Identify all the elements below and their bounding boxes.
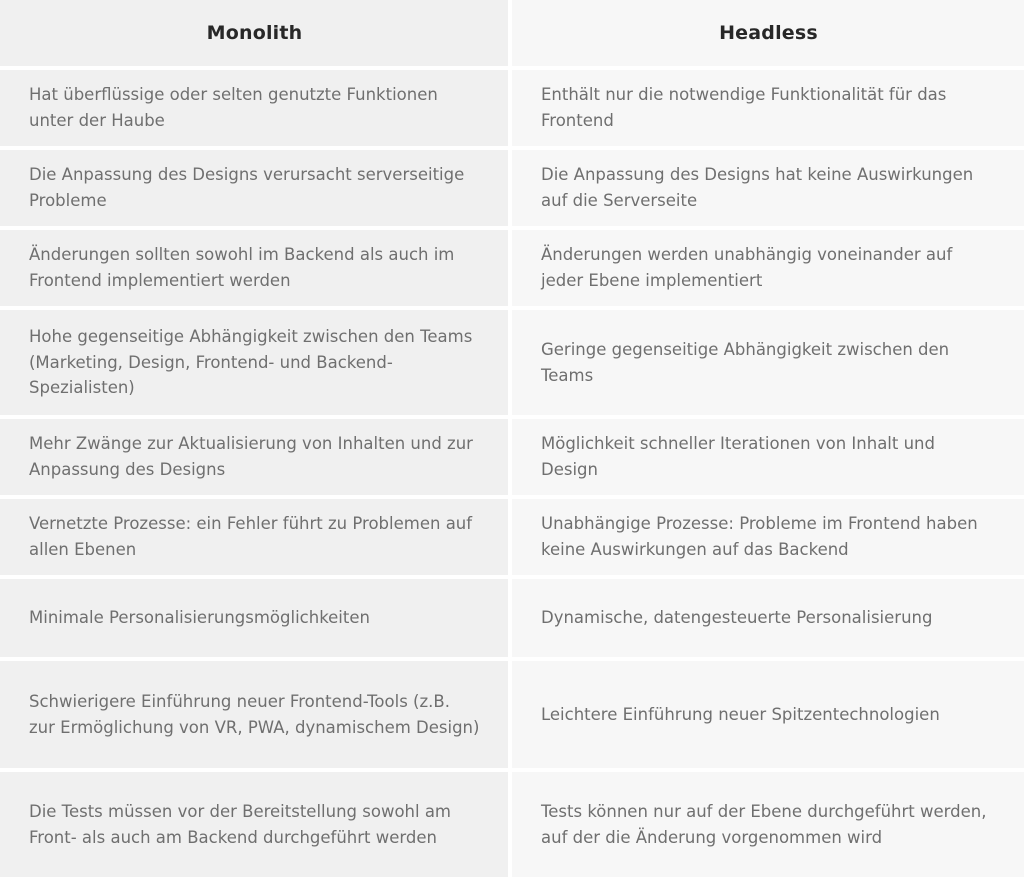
column-header-headless: Headless bbox=[512, 0, 1024, 66]
column-header-monolith-label: Monolith bbox=[206, 21, 303, 44]
table-cell-headless: Enthält nur die notwendige Funktionalitä… bbox=[512, 70, 1024, 146]
table-cell-headless: Dynamische, datengesteuerte Personalisie… bbox=[512, 579, 1024, 657]
table-row: Schwierigere Einführung neuer Frontend-T… bbox=[0, 661, 1024, 768]
table-cell-text: Leichtere Einführung neuer Spitzentechno… bbox=[541, 704, 940, 724]
table-row: Hohe gegenseitige Abhängigkeit zwischen … bbox=[0, 310, 1024, 415]
comparison-table: Monolith Headless Hat überflüssige oder … bbox=[0, 0, 1024, 877]
table-cell-headless: Die Anpassung des Designs hat keine Ausw… bbox=[512, 150, 1024, 226]
table-cell-text: Änderungen werden unabhängig voneinander… bbox=[541, 245, 953, 290]
table-cell-headless: Änderungen werden unabhängig voneinander… bbox=[512, 230, 1024, 306]
table-cell-monolith: Die Tests müssen vor der Bereitstellung … bbox=[0, 772, 512, 877]
table-cell-headless: Möglichkeit schneller Iterationen von In… bbox=[512, 419, 1024, 495]
table-cell-monolith: Die Anpassung des Designs verursacht ser… bbox=[0, 150, 512, 226]
table-cell-text: Geringe gegenseitige Abhängigkeit zwisch… bbox=[541, 339, 950, 385]
table-header-row: Monolith Headless bbox=[0, 0, 1024, 66]
table-cell-text: Schwierigere Einführung neuer Frontend-T… bbox=[29, 691, 480, 737]
table-cell-monolith: Hat überflüssige oder selten genutzte Fu… bbox=[0, 70, 512, 146]
table-cell-monolith: Hohe gegenseitige Abhängigkeit zwischen … bbox=[0, 310, 512, 415]
table-row: Hat überflüssige oder selten genutzte Fu… bbox=[0, 70, 1024, 146]
table-cell-text: Änderungen sollten sowohl im Backend als… bbox=[29, 245, 455, 290]
table-cell-headless: Leichtere Einführung neuer Spitzentechno… bbox=[512, 661, 1024, 768]
table-row: Die Tests müssen vor der Bereitstellung … bbox=[0, 772, 1024, 877]
table-cell-headless: Geringe gegenseitige Abhängigkeit zwisch… bbox=[512, 310, 1024, 415]
table-cell-text: Vernetzte Prozesse: ein Fehler führt zu … bbox=[29, 514, 473, 559]
table-cell-monolith: Änderungen sollten sowohl im Backend als… bbox=[0, 230, 512, 306]
table-cell-text: Hat überflüssige oder selten genutzte Fu… bbox=[29, 85, 438, 130]
table-cell-text: Hohe gegenseitige Abhängigkeit zwischen … bbox=[29, 327, 473, 398]
table-cell-text: Die Anpassung des Designs hat keine Ausw… bbox=[541, 165, 974, 210]
column-header-headless-label: Headless bbox=[719, 21, 818, 44]
table-row: Minimale Personalisierungsmöglichkeiten … bbox=[0, 579, 1024, 657]
table-cell-monolith: Vernetzte Prozesse: ein Fehler führt zu … bbox=[0, 499, 512, 575]
table-cell-text: Enthält nur die notwendige Funktionalitä… bbox=[541, 85, 947, 130]
table-row: Vernetzte Prozesse: ein Fehler führt zu … bbox=[0, 499, 1024, 575]
table-row: Änderungen sollten sowohl im Backend als… bbox=[0, 230, 1024, 306]
column-header-monolith: Monolith bbox=[0, 0, 512, 66]
table-cell-text: Dynamische, datengesteuerte Personalisie… bbox=[541, 608, 933, 628]
table-cell-text: Unabhängige Prozesse: Probleme im Fronte… bbox=[541, 514, 978, 559]
table-cell-text: Tests können nur auf der Ebene durchgefü… bbox=[541, 801, 987, 847]
table-row: Die Anpassung des Designs verursacht ser… bbox=[0, 150, 1024, 226]
table-cell-text: Die Tests müssen vor der Bereitstellung … bbox=[29, 801, 452, 847]
table-cell-headless: Unabhängige Prozesse: Probleme im Fronte… bbox=[512, 499, 1024, 575]
table-cell-text: Mehr Zwänge zur Aktualisierung von Inhal… bbox=[29, 434, 473, 479]
table-cell-monolith: Schwierigere Einführung neuer Frontend-T… bbox=[0, 661, 512, 768]
table-cell-text: Möglichkeit schneller Iterationen von In… bbox=[541, 434, 935, 479]
table-row: Mehr Zwänge zur Aktualisierung von Inhal… bbox=[0, 419, 1024, 495]
table-cell-text: Minimale Personalisierungsmöglichkeiten bbox=[29, 608, 370, 628]
table-cell-monolith: Mehr Zwänge zur Aktualisierung von Inhal… bbox=[0, 419, 512, 495]
table-cell-headless: Tests können nur auf der Ebene durchgefü… bbox=[512, 772, 1024, 877]
table-cell-text: Die Anpassung des Designs verursacht ser… bbox=[29, 165, 465, 210]
table-cell-monolith: Minimale Personalisierungsmöglichkeiten bbox=[0, 579, 512, 657]
